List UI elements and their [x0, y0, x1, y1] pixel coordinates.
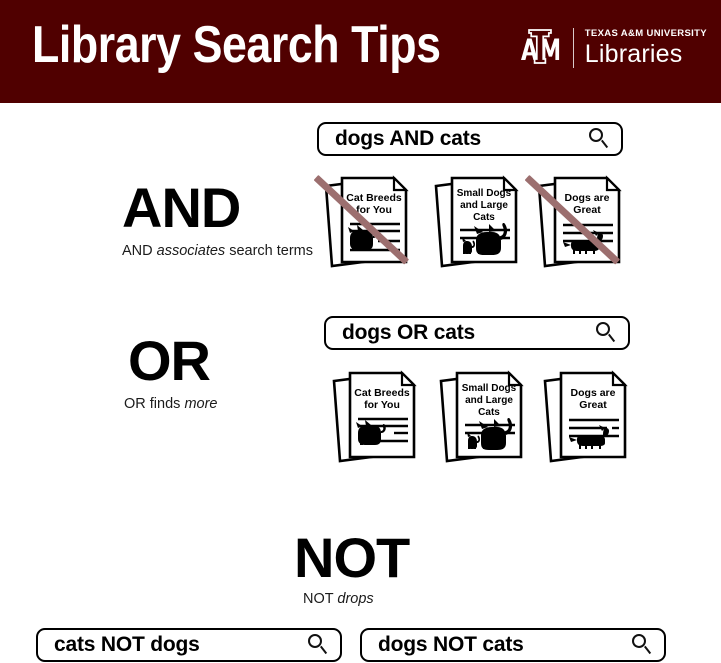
logo-divider — [572, 28, 574, 68]
texas-am-atm-logo-icon — [517, 26, 561, 70]
operator-label-and: AND — [122, 176, 241, 239]
document-icon-small-dogs-large-cats-and: Small Dogs and Large Cats — [432, 170, 524, 270]
and-desc-prefix: AND — [122, 243, 157, 259]
search-icon[interactable] — [630, 633, 654, 657]
search-query-cats-not-dogs: cats NOT dogs — [54, 633, 200, 656]
svg-text:and Large: and Large — [460, 200, 508, 211]
and-desc-suffix: search terms — [225, 243, 314, 259]
svg-text:Dogs are: Dogs are — [565, 192, 610, 204]
or-desc-prefix: OR finds — [124, 396, 185, 412]
svg-text:Dogs are: Dogs are — [571, 387, 616, 399]
svg-text:Cat Breeds: Cat Breeds — [354, 387, 410, 399]
search-icon[interactable] — [306, 633, 330, 657]
brand-logo: TEXAS A&M UNIVERSITY Libraries — [517, 22, 707, 74]
search-query-and: dogs AND cats — [335, 127, 481, 150]
operator-description-and: AND associates search terms — [122, 243, 313, 259]
search-box-and[interactable]: dogs AND cats — [317, 122, 623, 156]
brand-line-2: Libraries — [584, 39, 683, 68]
operator-description-not: NOT drops — [303, 591, 374, 607]
and-desc-emphasis: associates — [156, 243, 226, 259]
operator-label-or: OR — [128, 329, 211, 392]
document-icon-cat-breeds-or: Cat Breeds for You — [330, 365, 422, 465]
search-query-or: dogs OR cats — [342, 321, 475, 344]
brand-wordmark: TEXAS A&M UNIVERSITY Libraries — [585, 29, 707, 67]
svg-text:Great: Great — [579, 399, 607, 411]
document-icon-dogs-are-great-or: Dogs are Great — [541, 365, 633, 465]
svg-text:Small Dogs: Small Dogs — [457, 188, 512, 199]
search-icon[interactable] — [594, 321, 618, 345]
svg-text:Cat Breeds: Cat Breeds — [346, 192, 402, 204]
search-icon[interactable] — [587, 127, 611, 151]
document-icon-small-dogs-large-cats-or: Small Dogs and Large Cats — [437, 365, 529, 465]
svg-text:Cats: Cats — [473, 212, 495, 223]
brand-line-1: TEXAS A&M UNIVERSITY — [584, 28, 707, 40]
page-title: Library Search Tips — [32, 16, 441, 74]
search-box-cats-not-dogs[interactable]: cats NOT dogs — [36, 628, 342, 662]
or-desc-emphasis: more — [184, 396, 218, 412]
svg-text:Cats: Cats — [478, 407, 500, 418]
not-desc-prefix: NOT — [303, 591, 338, 607]
search-box-or[interactable]: dogs OR cats — [324, 316, 630, 350]
svg-text:and Large: and Large — [465, 395, 513, 406]
search-box-dogs-not-cats[interactable]: dogs NOT cats — [360, 628, 666, 662]
svg-text:Great: Great — [573, 204, 601, 216]
svg-text:for You: for You — [364, 399, 400, 411]
search-query-dogs-not-cats: dogs NOT cats — [378, 633, 524, 656]
operator-description-or: OR finds more — [124, 396, 217, 412]
not-desc-emphasis: drops — [337, 591, 374, 607]
svg-text:Small Dogs: Small Dogs — [462, 383, 517, 394]
operator-label-not: NOT — [294, 526, 410, 589]
page-header: Library Search Tips TEXAS A&M UNIVERSITY… — [0, 0, 721, 103]
